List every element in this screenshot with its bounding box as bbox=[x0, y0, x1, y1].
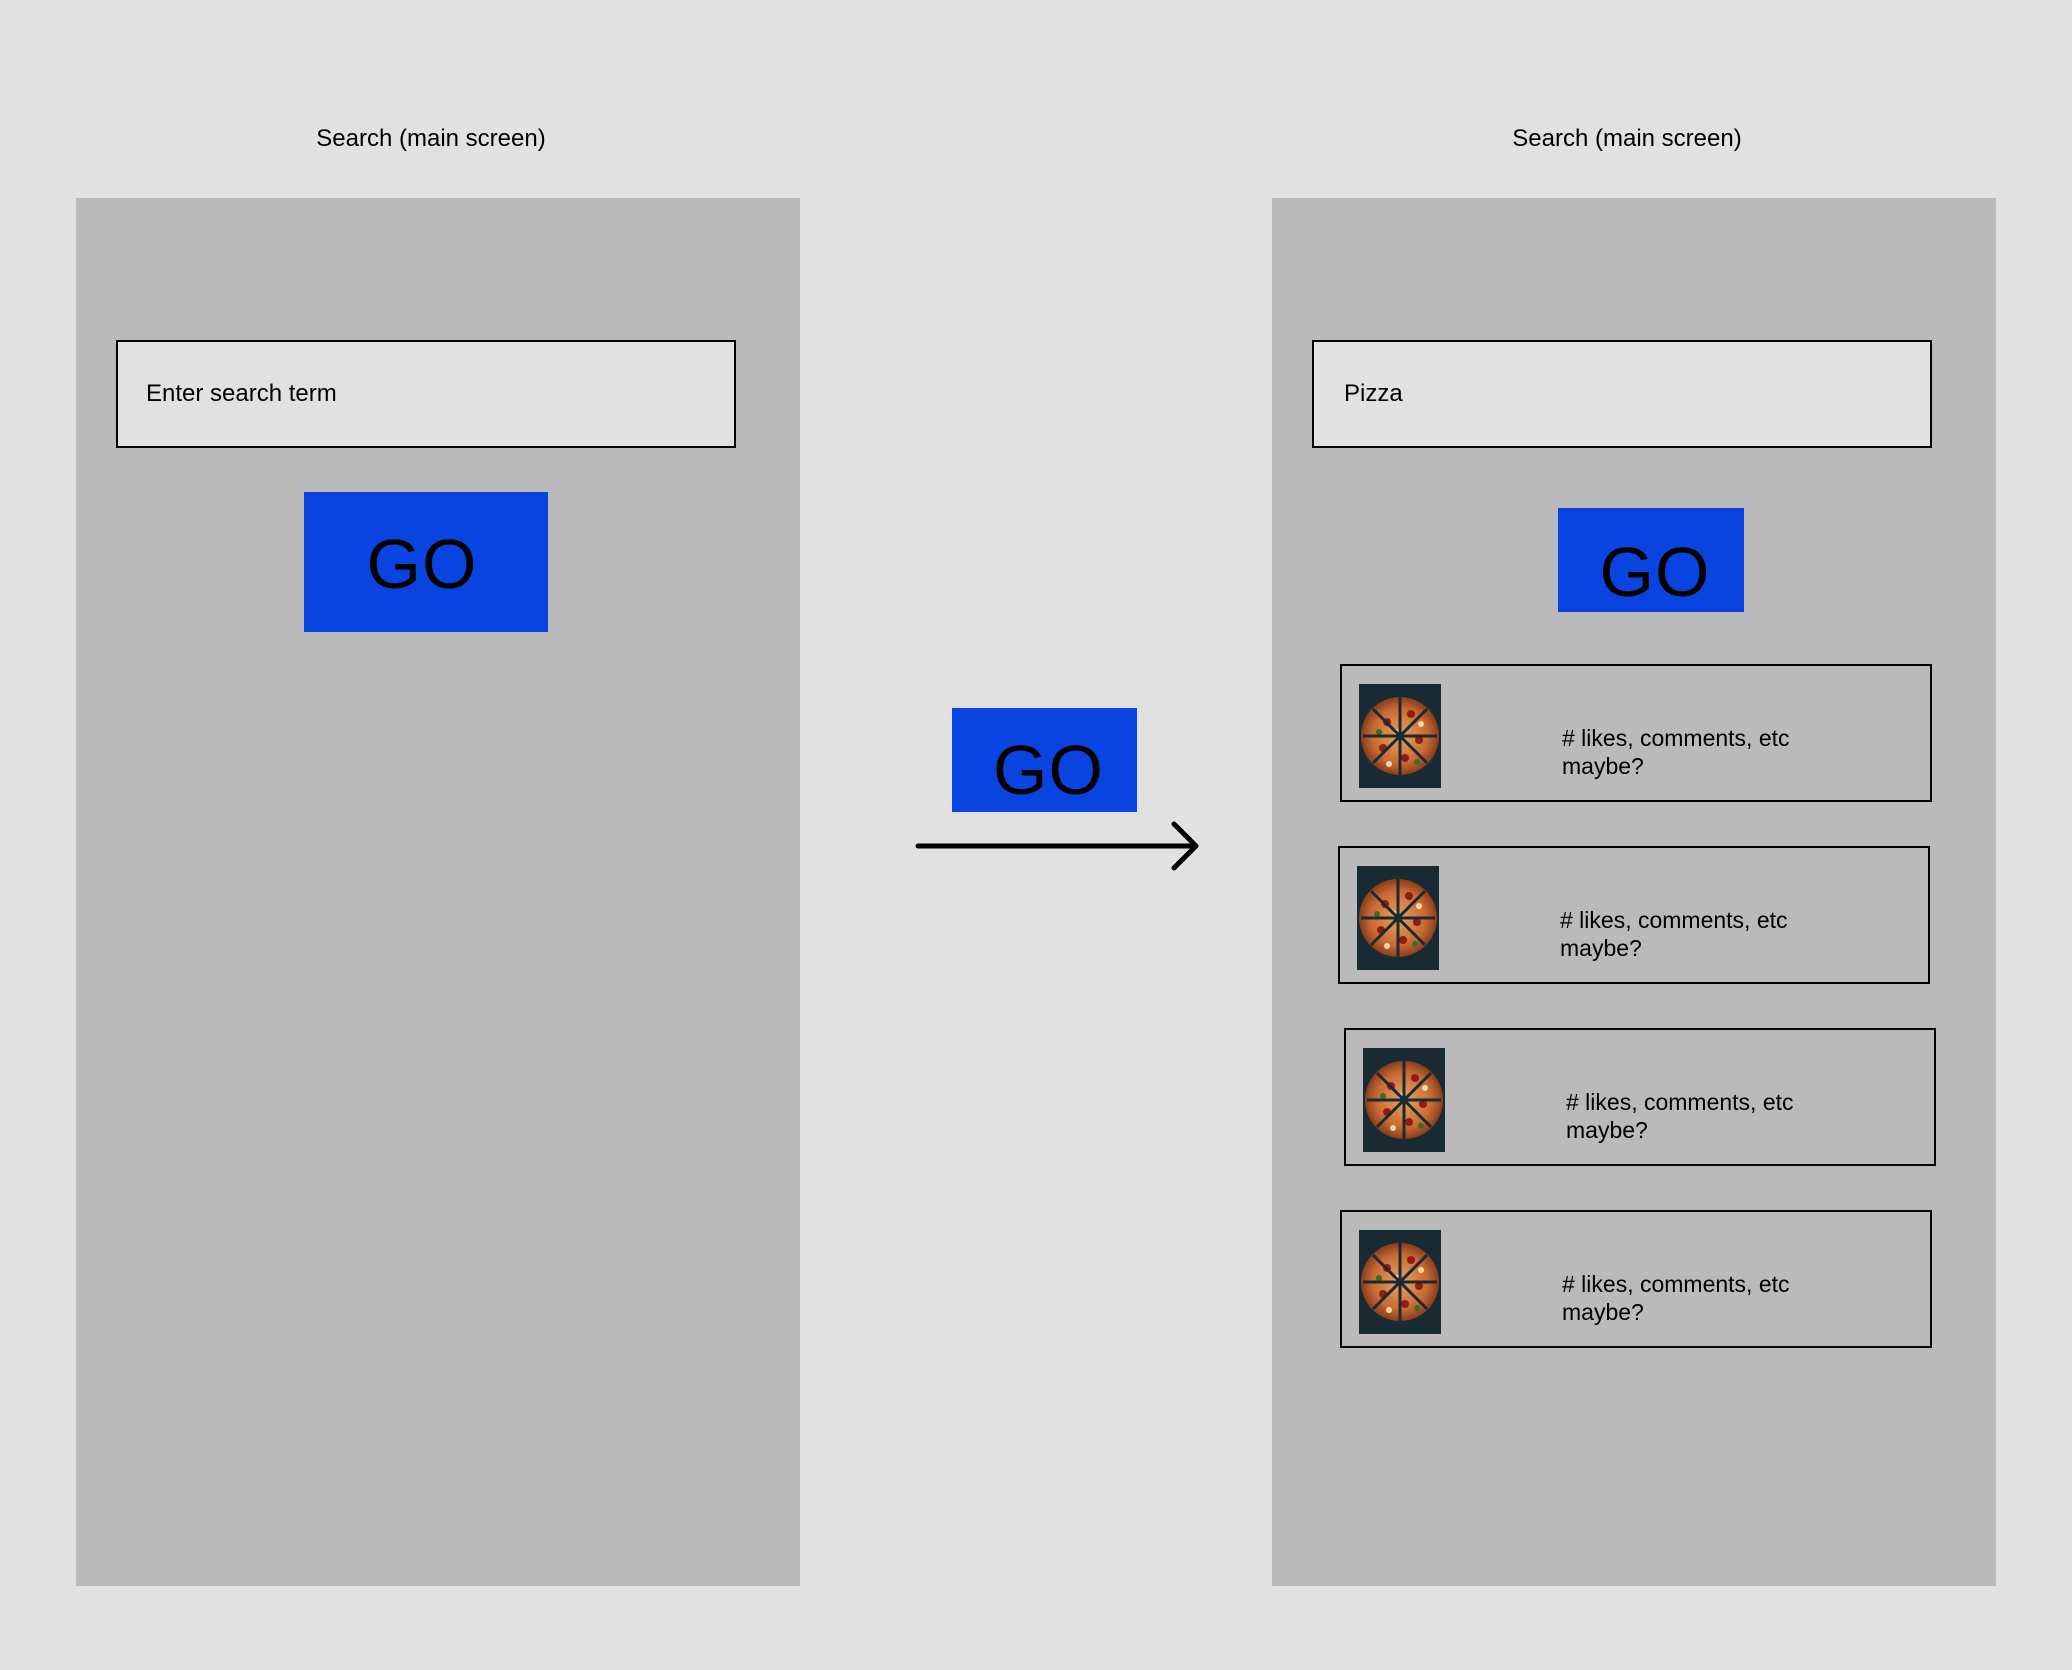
search-placeholder: Enter search term bbox=[146, 380, 337, 407]
search-input-filled[interactable]: Pizza bbox=[1312, 340, 1932, 448]
transition-arrow-icon bbox=[915, 821, 1199, 871]
go-button[interactable]: GO bbox=[304, 492, 548, 632]
left-screen-title: Search (main screen) bbox=[316, 125, 546, 152]
right-screen-title: Search (main screen) bbox=[1512, 125, 1742, 152]
pizza-thumbnail bbox=[1363, 1048, 1445, 1152]
result-card[interactable]: # likes, comments, etc maybe? bbox=[1340, 664, 1932, 802]
result-card[interactable]: # likes, comments, etc maybe? bbox=[1338, 846, 1930, 984]
search-input[interactable]: Enter search term bbox=[116, 340, 736, 448]
result-stats: # likes, comments, etc maybe? bbox=[1560, 907, 1788, 961]
pizza-thumbnail bbox=[1359, 1230, 1441, 1334]
result-card[interactable]: # likes, comments, etc maybe? bbox=[1344, 1028, 1936, 1166]
search-value: Pizza bbox=[1344, 380, 1403, 407]
result-stats: # likes, comments, etc maybe? bbox=[1566, 1089, 1794, 1143]
transition-go-button: GO bbox=[952, 708, 1137, 812]
pizza-thumbnail bbox=[1359, 684, 1441, 788]
result-stats: # likes, comments, etc maybe? bbox=[1562, 725, 1790, 779]
left-search-screen: Enter search term GO bbox=[76, 198, 800, 1586]
pizza-thumbnail bbox=[1357, 866, 1439, 970]
result-card[interactable]: # likes, comments, etc maybe? bbox=[1340, 1210, 1932, 1348]
result-stats: # likes, comments, etc maybe? bbox=[1562, 1271, 1790, 1325]
go-button[interactable]: GO bbox=[1558, 508, 1744, 612]
right-search-screen: Pizza GO # likes, comments, etc maybe? #… bbox=[1272, 198, 1996, 1586]
